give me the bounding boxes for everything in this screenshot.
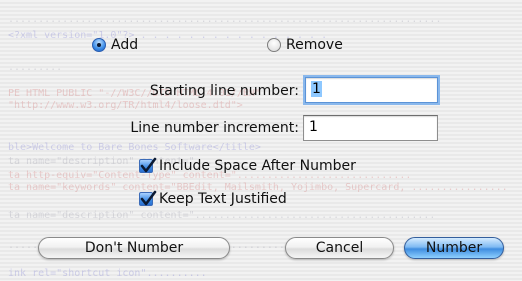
radio-remove-label: Remove [286,37,343,53]
number-lines-sheet: ........................................… [0,0,522,281]
radio-unselected-icon [267,38,281,52]
increment-label: Line number increment: [130,120,299,136]
radio-add[interactable]: Add [92,37,138,53]
starting-line-value: 1 [311,81,322,97]
starting-line-label: Starting line number: [149,83,299,99]
checkmark-icon [139,190,157,206]
starting-line-input[interactable]: 1 [305,77,438,103]
keep-justified-label: Keep Text Justified [159,191,287,207]
include-space-label: Include Space After Number [159,158,356,174]
include-space-checkbox[interactable]: Include Space After Number [139,157,356,174]
cancel-button[interactable]: Cancel [285,237,394,259]
radio-add-label: Add [111,37,139,53]
keep-justified-checkbox[interactable]: Keep Text Justified [139,190,287,207]
radio-remove[interactable]: Remove [267,37,343,53]
increment-input[interactable]: 1 [303,115,438,141]
number-button[interactable]: Number [404,237,504,259]
checkmark-icon [139,157,157,173]
increment-value: 1 [309,119,318,135]
dont-number-button[interactable]: Don't Number [38,237,230,259]
radio-selected-icon [92,38,106,52]
